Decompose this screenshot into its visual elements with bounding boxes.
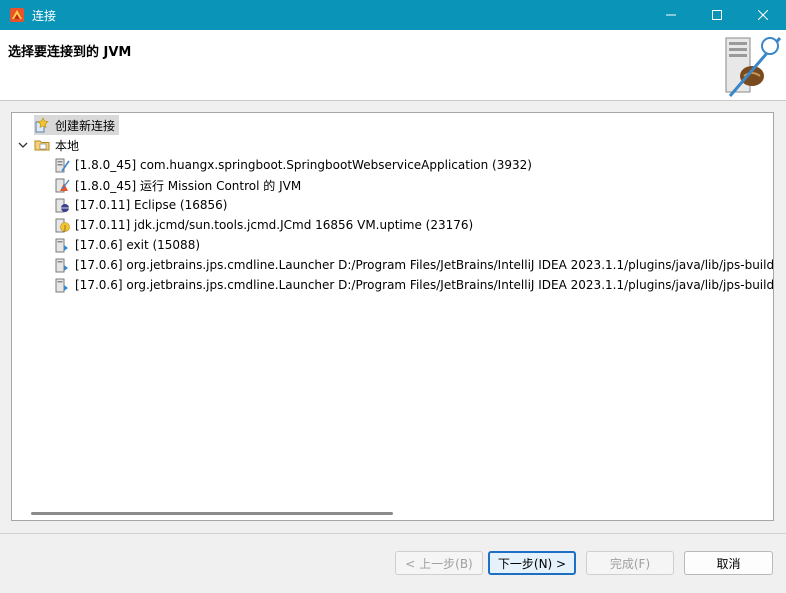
- tree-item-jvm[interactable]: [17.0.6] org.jetbrains.jps.cmdline.Launc…: [54, 275, 774, 295]
- jvm-running-icon: [55, 158, 70, 173]
- jvm-tree[interactable]: 创建新连接 本地 [1.8.0_45] com.huangx.springboo…: [11, 112, 774, 521]
- maximize-button[interactable]: [694, 0, 740, 30]
- tree-item-label: 创建新连接: [55, 118, 116, 133]
- tree-item-label: [17.0.11] jdk.jcmd/sun.tools.jcmd.JCmd 1…: [75, 218, 474, 232]
- tree-group-local[interactable]: 本地: [34, 135, 79, 155]
- jvm-icon: [55, 238, 68, 253]
- title-bar: 连接: [0, 0, 786, 30]
- horizontal-scrollbar[interactable]: [31, 512, 393, 515]
- window-title: 连接: [32, 9, 57, 23]
- tree-item-label: [17.0.6] org.jetbrains.jps.cmdline.Launc…: [75, 278, 774, 292]
- jvm-jcmd-icon: J: [55, 218, 70, 233]
- jvm-icon: [55, 258, 68, 273]
- folder-icon: [34, 140, 50, 151]
- back-button[interactable]: < 上一步(B): [395, 551, 483, 575]
- new-connection-icon: [35, 117, 49, 133]
- chevron-down-icon[interactable]: [18, 140, 28, 150]
- wizard-header: 选择要连接到的 JVM: [0, 30, 786, 101]
- tree-item-jvm[interactable]: [17.0.6] org.jetbrains.jps.cmdline.Launc…: [54, 255, 774, 275]
- cancel-button[interactable]: 取消: [684, 551, 773, 575]
- tree-item-label: [1.8.0_45] 运行 Mission Control 的 JVM: [75, 178, 302, 193]
- tree-item-jvm[interactable]: J [17.0.11] jdk.jcmd/sun.tools.jcmd.JCmd…: [54, 215, 473, 235]
- jvm-eclipse-icon: [55, 198, 69, 213]
- tree-item-label: [17.0.11] Eclipse (16856): [75, 198, 228, 212]
- tree-item-jvm[interactable]: [1.8.0_45] com.huangx.springboot.Springb…: [54, 155, 532, 175]
- tree-item-create-connection[interactable]: 创建新连接: [34, 115, 120, 135]
- tree-group-label: 本地: [55, 138, 80, 153]
- tree-item-label: [17.0.6] org.jetbrains.jps.cmdline.Launc…: [75, 258, 774, 272]
- tree-item-jvm[interactable]: [1.8.0_45] 运行 Mission Control 的 JVM: [54, 175, 301, 195]
- tree-item-label: [17.0.6] exit (15088): [75, 238, 201, 252]
- jvm-connect-banner-icon: [725, 37, 782, 97]
- minimize-icon: [666, 14, 676, 16]
- next-button[interactable]: 下一步(N) >: [488, 551, 576, 575]
- close-button[interactable]: [740, 0, 786, 30]
- close-icon: [758, 10, 768, 20]
- svg-text:J: J: [63, 224, 66, 232]
- finish-button[interactable]: 完成(F): [586, 551, 674, 575]
- tree-item-label: [1.8.0_45] com.huangx.springboot.Springb…: [75, 158, 532, 172]
- jvm-mission-control-icon: [55, 178, 70, 193]
- maximize-icon: [712, 10, 722, 20]
- page-heading: 选择要连接到的 JVM: [8, 45, 132, 60]
- jvm-icon: [55, 278, 68, 293]
- jmc-app-icon: [10, 8, 24, 22]
- tree-item-jvm[interactable]: [17.0.6] exit (15088): [54, 235, 200, 255]
- footer-separator: [0, 533, 786, 534]
- minimize-button[interactable]: [648, 0, 694, 30]
- tree-item-jvm[interactable]: [17.0.11] Eclipse (16856): [54, 195, 227, 215]
